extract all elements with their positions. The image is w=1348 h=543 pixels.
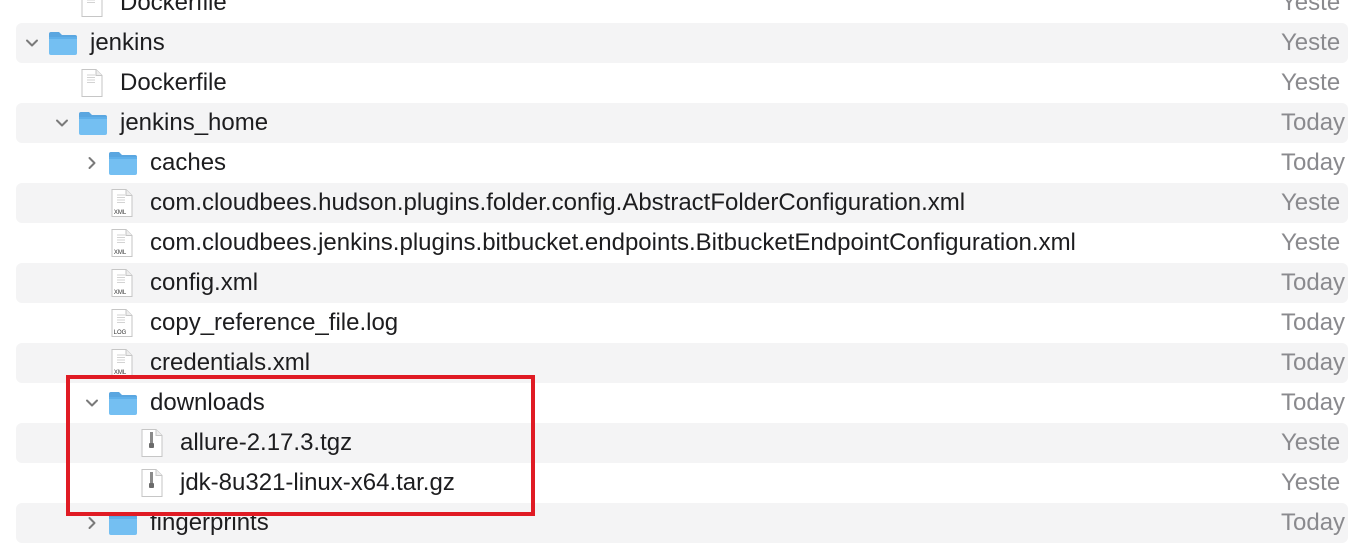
folder-icon [107, 149, 139, 177]
svg-text:XML: XML [114, 250, 127, 256]
xml-file-icon: XML [107, 269, 139, 297]
date-modified: Today [1281, 149, 1346, 176]
file-name: fingerprints [150, 509, 269, 536]
date-modified: Yeste [1281, 69, 1341, 96]
file-name: jenkins_home [120, 109, 269, 136]
svg-text:XML: XML [114, 210, 127, 216]
file-name: credentials.xml [150, 349, 311, 376]
file-row[interactable]: jdk-8u321-linux-x64.tar.gz Yeste [16, 463, 1348, 503]
date-modified: Today [1281, 509, 1346, 536]
folder-row[interactable]: caches Today [16, 143, 1348, 183]
date-modified: Yeste [1281, 429, 1341, 456]
file-name: com.cloudbees.hudson.plugins.folder.conf… [150, 189, 966, 216]
xml-file-icon: XML [107, 189, 139, 217]
file-name: caches [150, 149, 227, 176]
date-modified: Today [1281, 349, 1346, 376]
date-modified: Yeste [1281, 469, 1341, 496]
document-icon [77, 69, 109, 97]
folder-row[interactable]: jenkins Yeste [16, 23, 1348, 63]
file-row[interactable]: allure-2.17.3.tgz Yeste [16, 423, 1348, 463]
file-name: config.xml [150, 269, 259, 296]
chevron-down-icon[interactable] [84, 395, 100, 411]
log-file-icon: LOG [107, 309, 139, 337]
file-row[interactable]: Dockerfile Yeste [16, 0, 1348, 23]
folder-icon [107, 509, 139, 537]
folder-icon [47, 29, 79, 57]
chevron-right-icon[interactable] [84, 515, 100, 531]
file-name: jenkins [90, 29, 165, 56]
date-modified: Today [1281, 109, 1346, 136]
date-modified: Today [1281, 309, 1346, 336]
file-row[interactable]: Dockerfile Yeste [16, 63, 1348, 103]
folder-row[interactable]: downloads Today [16, 383, 1348, 423]
file-row[interactable]: XML com.cloudbees.hudson.plugins.folder.c… [16, 183, 1348, 223]
folder-icon [107, 389, 139, 417]
date-modified: Yeste [1281, 229, 1341, 256]
xml-file-icon: XML [107, 229, 139, 257]
file-row[interactable]: XML credentials.xml Today [16, 343, 1348, 383]
archive-file-icon [137, 429, 169, 457]
file-name: jdk-8u321-linux-x64.tar.gz [180, 469, 455, 496]
file-name: Dockerfile [120, 0, 227, 16]
xml-file-icon: XML [107, 349, 139, 377]
file-name: copy_reference_file.log [150, 309, 399, 336]
chevron-down-icon[interactable] [24, 35, 40, 51]
date-modified: Yeste [1281, 29, 1341, 56]
file-name: com.cloudbees.jenkins.plugins.bitbucket.… [150, 229, 1076, 256]
chevron-right-icon[interactable] [84, 155, 100, 171]
svg-text:XML: XML [114, 290, 127, 296]
file-row[interactable]: XML config.xml Today [16, 263, 1348, 303]
date-modified: Today [1281, 389, 1346, 416]
date-modified: Yeste [1281, 0, 1341, 16]
file-list: Dockerfile Yeste jenkins Yeste Dockerfile Yes… [0, 0, 1348, 543]
folder-icon [77, 109, 109, 137]
folder-row[interactable]: fingerprints Today [16, 503, 1348, 543]
file-name: Dockerfile [120, 69, 227, 96]
folder-row[interactable]: jenkins_home Today [16, 103, 1348, 143]
file-row[interactable]: XML com.cloudbees.jenkins.plugins.bitbuck… [16, 223, 1348, 263]
file-row[interactable]: LOG copy_reference_file.log Today [16, 303, 1348, 343]
file-name: downloads [150, 389, 265, 416]
archive-file-icon [137, 469, 169, 497]
chevron-down-icon[interactable] [54, 115, 70, 131]
svg-text:XML: XML [114, 370, 127, 376]
svg-text:LOG: LOG [114, 330, 127, 336]
document-icon [77, 0, 109, 17]
date-modified: Yeste [1281, 189, 1341, 216]
date-modified: Today [1281, 269, 1346, 296]
file-name: allure-2.17.3.tgz [180, 429, 353, 456]
